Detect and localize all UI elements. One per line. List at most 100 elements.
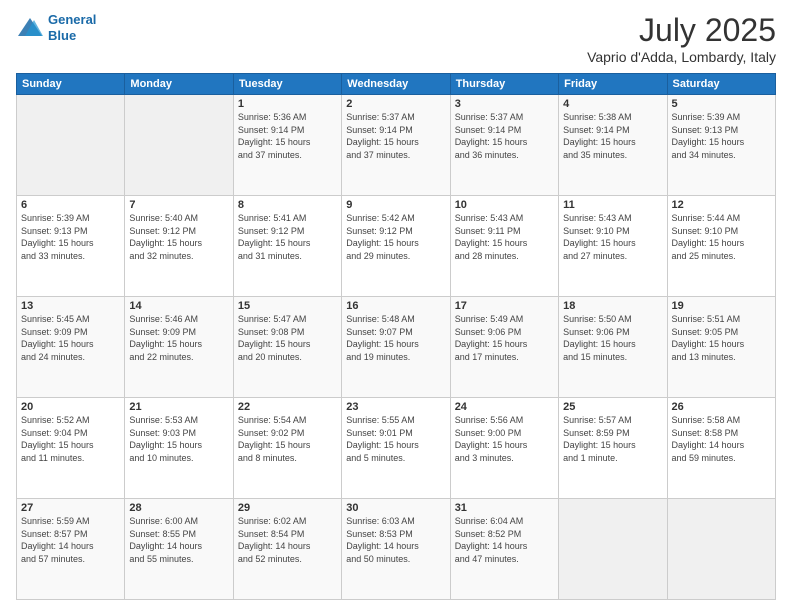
day-number: 2 bbox=[346, 98, 445, 110]
week-row-5: 27Sunrise: 5:59 AM Sunset: 8:57 PM Dayli… bbox=[17, 499, 776, 600]
day-info: Sunrise: 5:58 AM Sunset: 8:58 PM Dayligh… bbox=[672, 414, 771, 464]
table-cell: 5Sunrise: 5:39 AM Sunset: 9:13 PM Daylig… bbox=[667, 95, 775, 196]
day-number: 1 bbox=[238, 98, 337, 110]
day-info: Sunrise: 5:48 AM Sunset: 9:07 PM Dayligh… bbox=[346, 313, 445, 363]
week-row-2: 6Sunrise: 5:39 AM Sunset: 9:13 PM Daylig… bbox=[17, 196, 776, 297]
header-monday: Monday bbox=[125, 74, 233, 95]
table-cell: 2Sunrise: 5:37 AM Sunset: 9:14 PM Daylig… bbox=[342, 95, 450, 196]
day-number: 21 bbox=[129, 401, 228, 413]
day-number: 10 bbox=[455, 199, 554, 211]
table-cell: 28Sunrise: 6:00 AM Sunset: 8:55 PM Dayli… bbox=[125, 499, 233, 600]
day-number: 18 bbox=[563, 300, 662, 312]
logo-general: General bbox=[48, 12, 96, 27]
day-info: Sunrise: 5:36 AM Sunset: 9:14 PM Dayligh… bbox=[238, 111, 337, 161]
day-number: 5 bbox=[672, 98, 771, 110]
day-number: 30 bbox=[346, 502, 445, 514]
day-number: 3 bbox=[455, 98, 554, 110]
day-number: 4 bbox=[563, 98, 662, 110]
day-info: Sunrise: 5:47 AM Sunset: 9:08 PM Dayligh… bbox=[238, 313, 337, 363]
day-number: 6 bbox=[21, 199, 120, 211]
day-number: 14 bbox=[129, 300, 228, 312]
day-info: Sunrise: 5:57 AM Sunset: 8:59 PM Dayligh… bbox=[563, 414, 662, 464]
calendar-body: 1Sunrise: 5:36 AM Sunset: 9:14 PM Daylig… bbox=[17, 95, 776, 600]
day-number: 26 bbox=[672, 401, 771, 413]
day-number: 20 bbox=[21, 401, 120, 413]
day-info: Sunrise: 6:04 AM Sunset: 8:52 PM Dayligh… bbox=[455, 515, 554, 565]
table-cell: 19Sunrise: 5:51 AM Sunset: 9:05 PM Dayli… bbox=[667, 297, 775, 398]
header-thursday: Thursday bbox=[450, 74, 558, 95]
day-info: Sunrise: 5:43 AM Sunset: 9:10 PM Dayligh… bbox=[563, 212, 662, 262]
table-cell: 26Sunrise: 5:58 AM Sunset: 8:58 PM Dayli… bbox=[667, 398, 775, 499]
table-cell: 9Sunrise: 5:42 AM Sunset: 9:12 PM Daylig… bbox=[342, 196, 450, 297]
day-number: 15 bbox=[238, 300, 337, 312]
header-sunday: Sunday bbox=[17, 74, 125, 95]
header-saturday: Saturday bbox=[667, 74, 775, 95]
table-cell: 18Sunrise: 5:50 AM Sunset: 9:06 PM Dayli… bbox=[559, 297, 667, 398]
day-info: Sunrise: 6:02 AM Sunset: 8:54 PM Dayligh… bbox=[238, 515, 337, 565]
day-info: Sunrise: 5:40 AM Sunset: 9:12 PM Dayligh… bbox=[129, 212, 228, 262]
table-cell: 12Sunrise: 5:44 AM Sunset: 9:10 PM Dayli… bbox=[667, 196, 775, 297]
day-info: Sunrise: 5:53 AM Sunset: 9:03 PM Dayligh… bbox=[129, 414, 228, 464]
day-info: Sunrise: 5:42 AM Sunset: 9:12 PM Dayligh… bbox=[346, 212, 445, 262]
day-info: Sunrise: 6:00 AM Sunset: 8:55 PM Dayligh… bbox=[129, 515, 228, 565]
table-cell: 31Sunrise: 6:04 AM Sunset: 8:52 PM Dayli… bbox=[450, 499, 558, 600]
week-row-1: 1Sunrise: 5:36 AM Sunset: 9:14 PM Daylig… bbox=[17, 95, 776, 196]
day-info: Sunrise: 6:03 AM Sunset: 8:53 PM Dayligh… bbox=[346, 515, 445, 565]
title-block: July 2025 Vaprio d'Adda, Lombardy, Italy bbox=[587, 12, 776, 65]
day-number: 17 bbox=[455, 300, 554, 312]
logo: General Blue bbox=[16, 12, 96, 43]
table-cell: 6Sunrise: 5:39 AM Sunset: 9:13 PM Daylig… bbox=[17, 196, 125, 297]
table-cell: 22Sunrise: 5:54 AM Sunset: 9:02 PM Dayli… bbox=[233, 398, 341, 499]
day-info: Sunrise: 5:54 AM Sunset: 9:02 PM Dayligh… bbox=[238, 414, 337, 464]
table-cell bbox=[667, 499, 775, 600]
header: General Blue July 2025 Vaprio d'Adda, Lo… bbox=[16, 12, 776, 65]
day-info: Sunrise: 5:45 AM Sunset: 9:09 PM Dayligh… bbox=[21, 313, 120, 363]
table-cell: 15Sunrise: 5:47 AM Sunset: 9:08 PM Dayli… bbox=[233, 297, 341, 398]
day-info: Sunrise: 5:49 AM Sunset: 9:06 PM Dayligh… bbox=[455, 313, 554, 363]
calendar-header: Sunday Monday Tuesday Wednesday Thursday… bbox=[17, 74, 776, 95]
location: Vaprio d'Adda, Lombardy, Italy bbox=[587, 49, 776, 65]
day-number: 28 bbox=[129, 502, 228, 514]
table-cell: 4Sunrise: 5:38 AM Sunset: 9:14 PM Daylig… bbox=[559, 95, 667, 196]
day-number: 7 bbox=[129, 199, 228, 211]
table-cell: 14Sunrise: 5:46 AM Sunset: 9:09 PM Dayli… bbox=[125, 297, 233, 398]
day-number: 19 bbox=[672, 300, 771, 312]
logo-text: General Blue bbox=[48, 12, 96, 43]
day-info: Sunrise: 5:50 AM Sunset: 9:06 PM Dayligh… bbox=[563, 313, 662, 363]
day-number: 16 bbox=[346, 300, 445, 312]
table-cell: 10Sunrise: 5:43 AM Sunset: 9:11 PM Dayli… bbox=[450, 196, 558, 297]
table-cell: 24Sunrise: 5:56 AM Sunset: 9:00 PM Dayli… bbox=[450, 398, 558, 499]
table-cell: 3Sunrise: 5:37 AM Sunset: 9:14 PM Daylig… bbox=[450, 95, 558, 196]
month-title: July 2025 bbox=[587, 12, 776, 49]
day-info: Sunrise: 5:41 AM Sunset: 9:12 PM Dayligh… bbox=[238, 212, 337, 262]
table-cell: 23Sunrise: 5:55 AM Sunset: 9:01 PM Dayli… bbox=[342, 398, 450, 499]
page: General Blue July 2025 Vaprio d'Adda, Lo… bbox=[0, 0, 792, 612]
calendar-table: Sunday Monday Tuesday Wednesday Thursday… bbox=[16, 73, 776, 600]
table-cell: 11Sunrise: 5:43 AM Sunset: 9:10 PM Dayli… bbox=[559, 196, 667, 297]
day-number: 12 bbox=[672, 199, 771, 211]
day-number: 25 bbox=[563, 401, 662, 413]
table-cell: 8Sunrise: 5:41 AM Sunset: 9:12 PM Daylig… bbox=[233, 196, 341, 297]
day-number: 13 bbox=[21, 300, 120, 312]
table-cell bbox=[17, 95, 125, 196]
days-header-row: Sunday Monday Tuesday Wednesday Thursday… bbox=[17, 74, 776, 95]
day-info: Sunrise: 5:37 AM Sunset: 9:14 PM Dayligh… bbox=[455, 111, 554, 161]
day-info: Sunrise: 5:38 AM Sunset: 9:14 PM Dayligh… bbox=[563, 111, 662, 161]
table-cell: 20Sunrise: 5:52 AM Sunset: 9:04 PM Dayli… bbox=[17, 398, 125, 499]
week-row-3: 13Sunrise: 5:45 AM Sunset: 9:09 PM Dayli… bbox=[17, 297, 776, 398]
day-number: 29 bbox=[238, 502, 337, 514]
header-tuesday: Tuesday bbox=[233, 74, 341, 95]
table-cell: 27Sunrise: 5:59 AM Sunset: 8:57 PM Dayli… bbox=[17, 499, 125, 600]
day-info: Sunrise: 5:59 AM Sunset: 8:57 PM Dayligh… bbox=[21, 515, 120, 565]
day-info: Sunrise: 5:52 AM Sunset: 9:04 PM Dayligh… bbox=[21, 414, 120, 464]
day-info: Sunrise: 5:56 AM Sunset: 9:00 PM Dayligh… bbox=[455, 414, 554, 464]
day-number: 9 bbox=[346, 199, 445, 211]
day-number: 23 bbox=[346, 401, 445, 413]
table-cell: 17Sunrise: 5:49 AM Sunset: 9:06 PM Dayli… bbox=[450, 297, 558, 398]
table-cell: 16Sunrise: 5:48 AM Sunset: 9:07 PM Dayli… bbox=[342, 297, 450, 398]
day-number: 24 bbox=[455, 401, 554, 413]
day-number: 8 bbox=[238, 199, 337, 211]
day-info: Sunrise: 5:37 AM Sunset: 9:14 PM Dayligh… bbox=[346, 111, 445, 161]
table-cell: 7Sunrise: 5:40 AM Sunset: 9:12 PM Daylig… bbox=[125, 196, 233, 297]
logo-blue: Blue bbox=[48, 28, 96, 44]
